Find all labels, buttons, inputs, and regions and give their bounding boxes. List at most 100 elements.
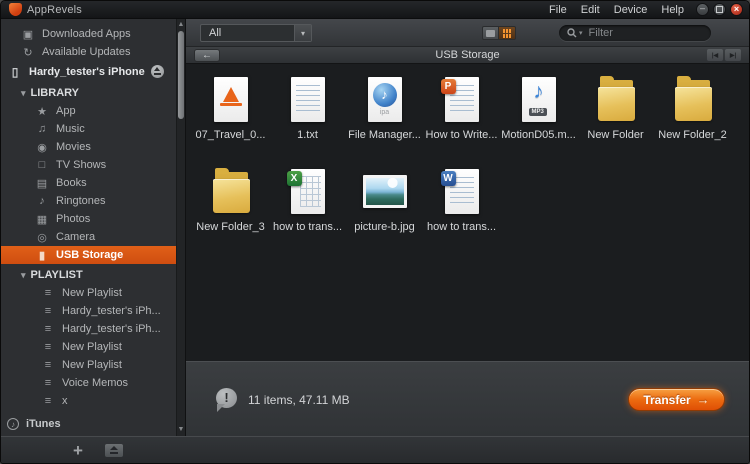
playlist-icon: ≡ bbox=[44, 341, 52, 353]
sidebar-item-hardy-tester-s-iph-[interactable]: ≡ Hardy_tester's iPh... bbox=[1, 302, 176, 320]
jpg-file-icon bbox=[361, 168, 409, 216]
minimize-button[interactable] bbox=[696, 3, 709, 16]
sidebar-item-label: New Playlist bbox=[62, 341, 122, 353]
sidebar-item-camera[interactable]: ◎ Camera bbox=[1, 228, 176, 246]
filter-searchbox[interactable] bbox=[559, 25, 711, 41]
sidebar-item-label: Hardy_tester's iPh... bbox=[62, 323, 161, 335]
sidebar-item-new-playlist[interactable]: ≡ New Playlist bbox=[1, 356, 176, 374]
sidebar-item-new-playlist[interactable]: ≡ New Playlist bbox=[1, 284, 176, 302]
scroll-up-icon[interactable]: ▲ bbox=[177, 20, 185, 30]
txt-file-icon bbox=[284, 76, 332, 124]
sidebar-item-itunes[interactable]: iTunes bbox=[1, 415, 176, 433]
sidebar-item-label: New Playlist bbox=[62, 359, 122, 371]
menu-file[interactable]: File bbox=[549, 4, 567, 16]
sidebar-scrollbar[interactable]: ▲ ▼ bbox=[176, 19, 185, 436]
transfer-button[interactable]: Transfer bbox=[628, 388, 725, 411]
sidebar-item-photos[interactable]: ▦ Photos bbox=[1, 210, 176, 228]
add-playlist-button[interactable] bbox=[73, 442, 83, 459]
file-name: picture-b.jpg bbox=[354, 221, 415, 233]
file-item[interactable]: ♪ ipa File Manager... bbox=[346, 76, 423, 168]
sidebar-item-hardy-tester-s-iph-[interactable]: ≡ Hardy_tester's iPh... bbox=[1, 320, 176, 338]
sidebar-item-device[interactable]: ▯ Hardy_tester's iPhone bbox=[1, 61, 176, 82]
file-name: how to trans... bbox=[426, 221, 497, 233]
eject-icon[interactable] bbox=[151, 65, 164, 78]
playlist-icon: ≡ bbox=[44, 377, 52, 389]
sidebar-item-new-playlist[interactable]: ≡ New Playlist bbox=[1, 338, 176, 356]
file-name: New Folder_2 bbox=[658, 129, 727, 141]
sidebar-item-label: Downloaded Apps bbox=[42, 28, 131, 40]
sidebar-item-x[interactable]: ≡ x bbox=[1, 392, 176, 410]
menu-edit[interactable]: Edit bbox=[581, 4, 600, 16]
sidebar-item-label: Camera bbox=[56, 231, 96, 243]
ringtones-icon: ♪ bbox=[39, 195, 45, 207]
iphone-icon: ▯ bbox=[11, 64, 19, 79]
sidebar-section-playlist[interactable]: PLAYLIST bbox=[1, 266, 176, 284]
main-panel: All USB Storage bbox=[186, 19, 749, 436]
sidebar-item-label: TV Shows bbox=[56, 159, 107, 171]
sidebar-item-label: Books bbox=[56, 177, 87, 189]
app-icon: ★ bbox=[37, 105, 47, 118]
file-name: 1.txt bbox=[297, 129, 318, 141]
sidebar-item-label: Available Updates bbox=[42, 46, 131, 58]
sidebar-item-label: Music bbox=[56, 123, 85, 135]
file-name: 07_Travel_0... bbox=[195, 129, 266, 141]
file-item[interactable]: 07_Travel_0... bbox=[192, 76, 269, 168]
music-icon: ♫ bbox=[37, 123, 47, 135]
grid-view-button[interactable] bbox=[499, 26, 516, 40]
sidebar-section-library[interactable]: LIBRARY bbox=[1, 84, 176, 102]
sidebar-item-app[interactable]: ★ App bbox=[1, 102, 176, 120]
scrollbar-thumb[interactable] bbox=[178, 31, 184, 119]
category-dropdown[interactable]: All bbox=[200, 24, 312, 42]
sidebar-item-books[interactable]: ▤ Books bbox=[1, 174, 176, 192]
tv-icon: □ bbox=[38, 159, 46, 171]
file-item[interactable]: New Folder_3 bbox=[192, 168, 269, 260]
sidebar-item-downloaded-apps[interactable]: ▣ Downloaded Apps bbox=[1, 25, 176, 43]
sidebar-item-music[interactable]: ♫ Music bbox=[1, 120, 176, 138]
info-bubble-icon: ! bbox=[216, 388, 237, 412]
photos-icon: ▦ bbox=[36, 213, 48, 226]
menu-bar: File Edit Device Help bbox=[549, 4, 696, 16]
file-item[interactable]: P How to Write... bbox=[423, 76, 500, 168]
file-name: New Folder_3 bbox=[196, 221, 265, 233]
maximize-button[interactable] bbox=[713, 3, 726, 16]
sidebar-item-voice-memos[interactable]: ≡ Voice Memos bbox=[1, 374, 176, 392]
scroll-down-icon[interactable]: ▼ bbox=[177, 425, 185, 435]
section-header-label: LIBRARY bbox=[30, 87, 80, 99]
playlist-icon: ≡ bbox=[44, 395, 52, 407]
sidebar-item-usb-storage[interactable]: ▮ USB Storage bbox=[1, 246, 176, 264]
playlist-icon: ≡ bbox=[44, 359, 52, 371]
file-item[interactable]: 1.txt bbox=[269, 76, 346, 168]
playlist-icon: ≡ bbox=[44, 323, 52, 335]
file-item[interactable]: picture-b.jpg bbox=[346, 168, 423, 260]
eject-device-button[interactable] bbox=[104, 443, 123, 457]
sidebar-item-tv-shows[interactable]: □ TV Shows bbox=[1, 156, 176, 174]
search-options-icon[interactable] bbox=[579, 29, 583, 37]
sidebar-item-label: Photos bbox=[56, 213, 91, 225]
doc-file-icon: W bbox=[438, 168, 486, 216]
toolbar: All bbox=[186, 19, 749, 47]
bottom-bar bbox=[1, 436, 749, 463]
sidebar-item-ringtones[interactable]: ♪ Ringtones bbox=[1, 192, 176, 210]
file-item[interactable]: Whow to trans... bbox=[423, 168, 500, 260]
list-view-button[interactable] bbox=[482, 26, 499, 40]
file-item[interactable]: ♪ MP3 MotionD05.m... bbox=[500, 76, 577, 168]
first-page-button[interactable] bbox=[707, 49, 723, 61]
arrow-right-icon bbox=[697, 393, 710, 406]
menu-device[interactable]: Device bbox=[614, 4, 648, 16]
sidebar-item-available-updates[interactable]: ↻ Available Updates bbox=[1, 43, 176, 61]
file-item[interactable]: New Folder_2 bbox=[654, 76, 731, 168]
filter-input[interactable] bbox=[586, 26, 703, 40]
section-header-label: PLAYLIST bbox=[30, 269, 83, 281]
sidebar-item-label: Voice Memos bbox=[62, 377, 129, 389]
title-bar: AppRevels File Edit Device Help bbox=[1, 1, 749, 19]
file-item[interactable]: Xhow to trans... bbox=[269, 168, 346, 260]
transfer-button-label: Transfer bbox=[643, 392, 691, 407]
menu-help[interactable]: Help bbox=[661, 4, 684, 16]
file-item[interactable]: New Folder bbox=[577, 76, 654, 168]
playlist-icon: ≡ bbox=[44, 305, 52, 317]
close-button[interactable] bbox=[730, 3, 743, 16]
back-button[interactable] bbox=[194, 49, 220, 62]
last-page-button[interactable] bbox=[725, 49, 741, 61]
sidebar-item-movies[interactable]: ◉ Movies bbox=[1, 138, 176, 156]
chevron-down-icon[interactable] bbox=[294, 25, 311, 41]
